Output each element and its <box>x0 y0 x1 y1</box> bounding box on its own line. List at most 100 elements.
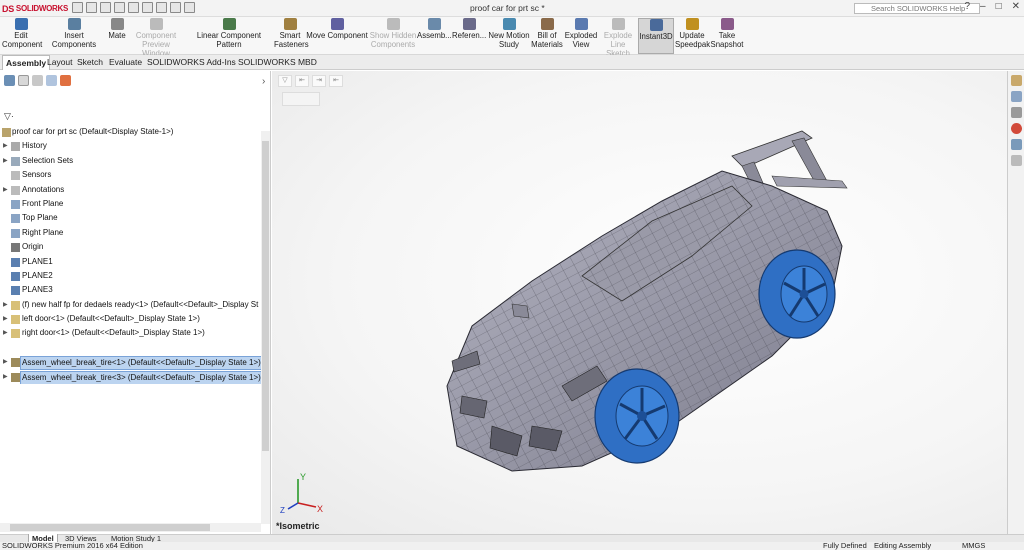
tree-item-top-plane[interactable]: Top Plane <box>0 211 261 225</box>
tree-item-plane1[interactable]: PLANE1 <box>0 255 261 269</box>
chevron-right-icon[interactable]: ▶ <box>3 183 8 197</box>
tree-item-wheel-3[interactable]: ▶ Assem_wheel_break_tire<3> (Default<<De… <box>0 370 261 385</box>
unit-system[interactable]: MMGS <box>962 542 985 550</box>
tree-item-front-plane[interactable]: Front Plane <box>0 197 261 211</box>
tree-item-sensors[interactable]: Sensors <box>0 168 261 182</box>
manager-tabs <box>4 75 71 86</box>
ribbon-button-bill-of-materials[interactable]: Bill of Materials <box>531 18 563 49</box>
property-manager-tab-icon[interactable] <box>18 75 29 86</box>
open-document-icon[interactable] <box>86 2 97 13</box>
tab-assembly[interactable]: Assembly <box>2 55 51 70</box>
ribbon-button-instant3d[interactable]: Instant3D <box>638 18 674 54</box>
chevron-right-icon[interactable]: ▶ <box>3 312 8 326</box>
ribbon-button-exploded-view[interactable]: Exploded View <box>564 18 598 49</box>
arrow-left-icon[interactable]: ⇤ <box>295 75 309 87</box>
chevron-right-icon[interactable]: ▶ <box>3 154 8 168</box>
reference-geometry-icon <box>462 18 476 30</box>
ribbon-button-take-snapshot[interactable]: Take Snapshot <box>710 18 744 49</box>
editing-mode[interactable]: Editing Assembly <box>874 542 931 550</box>
tree-item-annotations[interactable]: ▶ Annotations <box>0 183 261 197</box>
feature-manager-tab-icon[interactable] <box>4 75 15 86</box>
speedpak-icon <box>685 18 699 30</box>
command-tabs: Assembly Layout Sketch Evaluate SOLIDWOR… <box>0 55 1024 121</box>
linear-pattern-icon <box>222 18 236 30</box>
scrollbar-thumb[interactable] <box>262 141 269 451</box>
chevron-right-icon[interactable]: ▶ <box>3 326 8 340</box>
reference-triad-icon[interactable]: Y X Z <box>280 471 330 516</box>
solidworks-resources-icon[interactable] <box>1010 75 1022 86</box>
chevron-right-icon[interactable]: ▶ <box>3 298 8 312</box>
tree-root[interactable]: proof car for prt sc (Default<Display St… <box>0 125 261 139</box>
file-properties-icon[interactable] <box>170 2 181 13</box>
tab-layout[interactable]: Layout <box>44 55 76 70</box>
chevron-right-icon[interactable]: ▶ <box>3 370 8 384</box>
tab-addins[interactable]: SOLIDWORKS Add-Ins <box>144 55 239 70</box>
ribbon-button-update-speedpak[interactable]: Update Speedpak <box>675 18 710 49</box>
tree-vertical-scrollbar[interactable] <box>261 131 270 524</box>
tree-item-origin[interactable]: Origin <box>0 240 261 254</box>
tab-sketch[interactable]: Sketch <box>74 55 106 70</box>
options-gear-icon[interactable] <box>184 2 195 13</box>
ribbon-button-explode-line-sketch[interactable]: Explode Line Sketch <box>599 18 637 58</box>
display-manager-tab-icon[interactable] <box>60 75 71 86</box>
chevron-right-icon[interactable]: › <box>262 76 265 87</box>
tree-item-plane3[interactable]: PLANE3 <box>0 283 261 297</box>
tree-item-history[interactable]: ▶ History <box>0 139 261 153</box>
solidworks-logo[interactable]: DS SOLIDWORKS <box>2 2 68 15</box>
help-button[interactable]: ? <box>964 1 970 12</box>
ribbon-button-smart-fasteners[interactable]: Smart Fasteners <box>274 18 309 49</box>
undo-icon[interactable] <box>128 2 139 13</box>
tab-mbd[interactable]: SOLIDWORKS MBD <box>235 55 320 70</box>
chevron-right-icon[interactable]: ▶ <box>3 355 8 369</box>
plane-icon <box>11 286 20 296</box>
scrollbar-thumb[interactable] <box>10 524 210 531</box>
ribbon-button-assembly-features[interactable]: Assemb... <box>417 18 452 40</box>
close-button[interactable]: ✕ <box>1012 1 1020 12</box>
ribbon-button-move-component[interactable]: Move Component <box>306 18 368 40</box>
exploded-view-icon <box>574 18 588 30</box>
tree-item-body-part[interactable]: ▶ (f) new half fp for dedaels ready<1> (… <box>0 298 261 312</box>
tree-horizontal-scrollbar[interactable] <box>0 523 261 532</box>
filter-icon[interactable]: ▽· <box>4 111 14 122</box>
ribbon-button-insert-components[interactable]: Insert Components <box>43 18 105 49</box>
ribbon-button-component-preview[interactable]: Component Preview Window <box>128 18 184 58</box>
flyout-feature-tree-icon[interactable] <box>282 92 320 106</box>
ribbon-button-edit-component[interactable]: Edit Component <box>2 18 42 49</box>
ribbon-button-new-motion-study[interactable]: New Motion Study <box>488 18 530 49</box>
ribbon-button-show-hidden[interactable]: Show Hidden Components <box>369 18 417 49</box>
save-icon[interactable] <box>100 2 111 13</box>
filter-icon[interactable]: ▽ <box>278 75 292 87</box>
tree-item-label: PLANE1 <box>22 256 53 266</box>
plane-icon <box>11 228 20 238</box>
dimxpert-manager-tab-icon[interactable] <box>46 75 57 86</box>
car-model[interactable] <box>432 126 852 476</box>
appearances-icon[interactable] <box>1010 123 1022 134</box>
ribbon-button-reference-geometry[interactable]: Referen... <box>452 18 486 40</box>
design-library-icon[interactable] <box>1010 91 1022 102</box>
tree-item-selection-sets[interactable]: ▶ Selection Sets <box>0 154 261 168</box>
collapse-icon[interactable]: ⇤ <box>329 75 343 87</box>
print-icon[interactable] <box>114 2 125 13</box>
minimize-button[interactable]: – <box>980 1 986 12</box>
help-search-input[interactable]: Search SOLIDWORKS Help <box>854 3 980 14</box>
custom-properties-icon[interactable] <box>1010 139 1022 150</box>
configuration-manager-tab-icon[interactable] <box>32 75 43 86</box>
tree-item-right-door[interactable]: ▶ right door<1> (Default<<Default>_Displ… <box>0 326 261 340</box>
tree-item-wheel-1[interactable]: ▶ Assem_wheel_break_tire<1> (Default<<De… <box>0 355 261 370</box>
rebuild-icon[interactable] <box>156 2 167 13</box>
tree-item-plane2[interactable]: PLANE2 <box>0 269 261 283</box>
select-icon[interactable] <box>142 2 153 13</box>
maximize-button[interactable]: □ <box>996 1 1002 12</box>
new-document-icon[interactable] <box>72 2 83 13</box>
ribbon-button-linear-pattern[interactable]: Linear Component Pattern <box>184 18 274 49</box>
tab-evaluate[interactable]: Evaluate <box>106 55 145 70</box>
forum-icon[interactable] <box>1010 155 1022 166</box>
tree-item-right-plane[interactable]: Right Plane <box>0 226 261 240</box>
tree-item-left-door[interactable]: ▶ left door<1> (Default<<Default>_Displa… <box>0 312 261 326</box>
file-explorer-icon[interactable] <box>1010 107 1022 118</box>
tree-item-label: Assem_wheel_break_tire<3> (Default<<Defa… <box>20 370 261 385</box>
chevron-right-icon[interactable]: ▶ <box>3 139 8 153</box>
arrow-right-icon[interactable]: ⇥ <box>312 75 326 87</box>
graphics-area[interactable]: ▽ ⇤ ⇥ ⇤ Y X Z *Isometric <box>272 71 1007 534</box>
ribbon-button-mate[interactable]: Mate <box>106 18 128 40</box>
